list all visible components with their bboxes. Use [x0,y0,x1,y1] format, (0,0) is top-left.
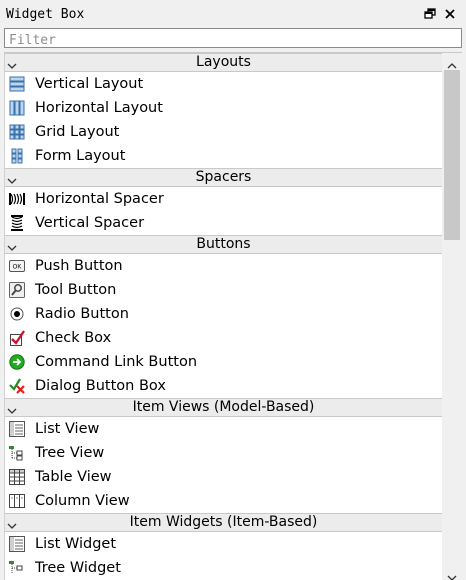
category-header[interactable]: Item Views (Model-Based) [5,398,442,417]
widget-item-label: Radio Button [35,306,129,322]
category-header[interactable]: Layouts [5,53,442,72]
widget-item-label: List Widget [35,536,117,552]
grid-layout-icon [9,124,25,140]
widget-item-label: Tool Button [35,282,117,298]
widget-item-label: Command Link Button [35,354,198,370]
category-label: Item Widgets (Item-Based) [129,514,318,530]
widget-item[interactable]: Vertical Layout [5,72,442,96]
widget-item[interactable]: Form Layout [5,144,442,168]
widget-item-label: Vertical Spacer [35,215,145,231]
check-box-icon [9,330,25,346]
column-view-icon [9,493,25,509]
horizontal-spacer-icon [9,191,25,207]
widget-item-label: List View [35,421,100,437]
widget-item-label: Horizontal Spacer [35,191,164,207]
widget-item[interactable]: Vertical Spacer [5,211,442,235]
vertical-spacer-icon [9,215,25,231]
widget-item[interactable]: Check Box [5,326,442,350]
scroll-down-arrow-icon[interactable] [445,568,459,580]
category-label: Layouts [196,54,251,70]
close-icon[interactable] [442,6,458,22]
category-header[interactable]: Item Widgets (Item-Based) [5,513,442,532]
dialog-button-box-icon [9,378,25,394]
widget-item[interactable]: Command Link Button [5,350,442,374]
widget-item[interactable]: Tree Widget [5,556,442,580]
widget-tree-content: Layouts Vertical Layout Horizontal Layout G… [5,53,442,580]
scroll-up-arrow-icon[interactable] [445,56,459,69]
widget-item-label: Push Button [35,258,123,274]
widget-item[interactable]: Table View [5,465,442,489]
svg-text:OK: OK [13,265,22,271]
filter-input[interactable] [5,31,461,50]
title-bar: Widget Box [0,0,466,28]
float-restore-icon[interactable] [422,6,438,22]
widget-box-title: Widget Box [6,7,85,22]
widget-item[interactable]: OK Push Button [5,254,442,278]
widget-item[interactable]: Column View [5,489,442,513]
filter-field[interactable] [4,28,462,50]
widget-item[interactable]: Dialog Button Box [5,374,442,398]
command-link-button-icon [9,354,25,370]
category-label: Item Views (Model-Based) [132,399,315,415]
horizontal-layout-icon [9,100,25,116]
form-layout-icon [9,148,25,164]
widget-item[interactable]: Tree View [5,441,442,465]
list-view-icon [9,421,25,437]
widget-item-label: Tree Widget [35,560,121,576]
radio-button-icon [9,306,25,322]
widget-item-label: Horizontal Layout [35,100,163,116]
category-header[interactable]: Spacers [5,168,442,187]
category-label: Spacers [195,169,252,185]
widget-item-label: Grid Layout [35,124,120,140]
widget-item[interactable]: Radio Button [5,302,442,326]
vertical-layout-icon [9,76,25,92]
vertical-scrollbar[interactable] [442,53,462,580]
widget-item-label: Form Layout [35,148,126,164]
push-button-icon: OK [9,258,25,274]
widget-item-label: Column View [35,493,130,509]
widget-item-label: Tree View [35,445,105,461]
widget-item-label: Vertical Layout [35,76,144,92]
widget-item[interactable]: Tool Button [5,278,442,302]
category-label: Buttons [196,236,251,252]
widget-item[interactable]: List View [5,417,442,441]
tree-widget-icon [9,560,25,576]
widget-item[interactable]: Grid Layout [5,120,442,144]
widget-item[interactable]: Horizontal Layout [5,96,442,120]
widget-item[interactable]: List Widget [5,532,442,556]
widget-item-label: Check Box [35,330,112,346]
list-widget-icon [9,536,25,552]
scrollbar-thumb[interactable] [444,70,460,240]
widget-tree[interactable]: Layouts Vertical Layout Horizontal Layout G… [4,52,462,580]
widget-item[interactable]: Horizontal Spacer [5,187,442,211]
category-header[interactable]: Buttons [5,235,442,254]
tool-button-icon [9,282,25,298]
table-view-icon [9,469,25,485]
widget-item-label: Dialog Button Box [35,378,166,394]
widget-item-label: Table View [35,469,112,485]
tree-view-icon [9,445,25,461]
